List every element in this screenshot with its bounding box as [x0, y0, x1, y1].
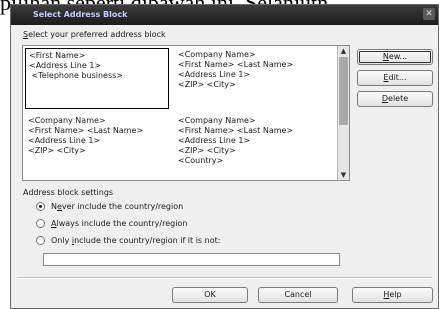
radio-button[interactable] [36, 219, 45, 228]
new-button[interactable]: New... [357, 49, 433, 65]
radio-label: Always include the country/region [51, 219, 188, 228]
ok-button[interactable]: OK [172, 287, 248, 303]
address-block-option[interactable]: <Company Name> <First Name> <Last Name> … [25, 114, 169, 169]
radio-label: Never include the country/region [51, 202, 184, 211]
address-block-option[interactable]: <First Name> <Address Line 1> <Telephone… [25, 48, 169, 109]
address-block-settings-label: Address block settings [23, 188, 114, 197]
help-button[interactable]: Help [352, 287, 433, 303]
scroll-down-icon[interactable]: ▼ [338, 170, 349, 180]
footer-separator [17, 277, 432, 279]
delete-button[interactable]: Delete [357, 91, 433, 107]
radio-button[interactable] [36, 236, 45, 245]
cancel-button[interactable]: Cancel [258, 287, 338, 303]
address-block-option[interactable]: <Company Name> <First Name> <Last Name> … [175, 114, 319, 169]
address-list-scrollbar[interactable]: ▲ ▼ [337, 46, 349, 180]
address-block-list[interactable]: <First Name> <Address Line 1> <Telephone… [22, 45, 350, 181]
radio-button[interactable] [36, 202, 45, 211]
radio-label: Only include the country/region if it is… [51, 236, 221, 245]
scroll-up-icon[interactable]: ▲ [338, 46, 349, 56]
dialog-titlebar[interactable]: Select Address Block ✕ [11, 5, 438, 25]
scrollbar-thumb[interactable] [339, 57, 348, 125]
select-address-block-dialog: Select Address Block ✕ Select your prefe… [10, 4, 439, 309]
dialog-title: Select Address Block [33, 10, 128, 19]
country-region-input[interactable] [43, 253, 340, 266]
address-block-option[interactable]: <Company Name> <First Name> <Last Name> … [175, 48, 319, 109]
close-icon[interactable]: ✕ [423, 8, 435, 20]
edit-button[interactable]: Edit... [357, 70, 433, 86]
address-list-label: Select your preferred address block [23, 30, 166, 39]
